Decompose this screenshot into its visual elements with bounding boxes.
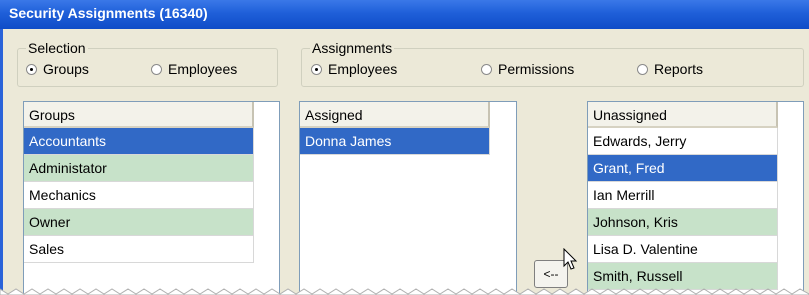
list-item[interactable]: Sales: [24, 236, 254, 263]
radio-assignments-employees[interactable]: Employees: [311, 61, 397, 77]
list-item[interactable]: Administator: [24, 155, 254, 182]
radio-selection-groups[interactable]: Groups: [26, 61, 89, 77]
radio-dot[interactable]: [311, 63, 322, 75]
radio-label: Reports: [654, 61, 704, 77]
list-item[interactable]: Mechanics: [24, 182, 254, 209]
torn-edge-decoration: [0, 288, 809, 295]
unassigned-list[interactable]: Unassigned Edwards, Jerry Grant, Fred Ia…: [587, 101, 804, 295]
assignments-groupbox: Assignments Employees Permissions Report…: [301, 40, 804, 87]
list-item[interactable]: Owner: [24, 209, 254, 236]
mouse-pointer-icon: [563, 248, 578, 270]
list-item[interactable]: Accountants: [24, 128, 254, 155]
list-item[interactable]: Ian Merrill: [588, 182, 778, 209]
assigned-list[interactable]: Assigned Donna James: [299, 101, 517, 295]
groups-column-header[interactable]: Groups: [24, 102, 254, 128]
radio-label: Employees: [168, 61, 238, 77]
radio-label: Groups: [43, 61, 89, 77]
groups-rows: Accountants Administator Mechanics Owner…: [24, 128, 279, 263]
radio-dot[interactable]: [481, 63, 492, 75]
list-item[interactable]: Grant, Fred: [588, 155, 778, 182]
radio-dot[interactable]: [637, 63, 648, 75]
selection-groupbox: Selection Groups Employees: [17, 40, 278, 87]
window-title: Security Assignments (16340): [9, 5, 208, 21]
list-item[interactable]: Johnson, Kris: [588, 209, 778, 236]
radio-label: Employees: [328, 61, 398, 77]
security-assignments-window: Security Assignments (16340) Selection G…: [0, 0, 809, 295]
radio-selection-employees[interactable]: Employees: [151, 61, 237, 77]
groups-list[interactable]: Groups Accountants Administator Mechanic…: [23, 101, 280, 295]
radio-assignments-reports[interactable]: Reports: [637, 61, 703, 77]
selection-legend: Selection: [26, 40, 88, 56]
assigned-column-header[interactable]: Assigned: [300, 102, 490, 128]
window-client-area: Selection Groups Employees Assignments E…: [0, 29, 809, 295]
radio-dot[interactable]: [151, 63, 162, 75]
list-item[interactable]: Donna James: [300, 128, 490, 155]
radio-label: Permissions: [498, 61, 575, 77]
unassigned-column-header[interactable]: Unassigned: [588, 102, 778, 128]
title-bar[interactable]: Security Assignments (16340): [0, 0, 809, 29]
assignments-legend: Assignments: [310, 40, 395, 56]
radio-assignments-permissions[interactable]: Permissions: [481, 61, 574, 77]
list-item[interactable]: Edwards, Jerry: [588, 128, 778, 155]
radio-dot[interactable]: [26, 63, 37, 75]
list-item[interactable]: Lisa D. Valentine: [588, 236, 778, 263]
